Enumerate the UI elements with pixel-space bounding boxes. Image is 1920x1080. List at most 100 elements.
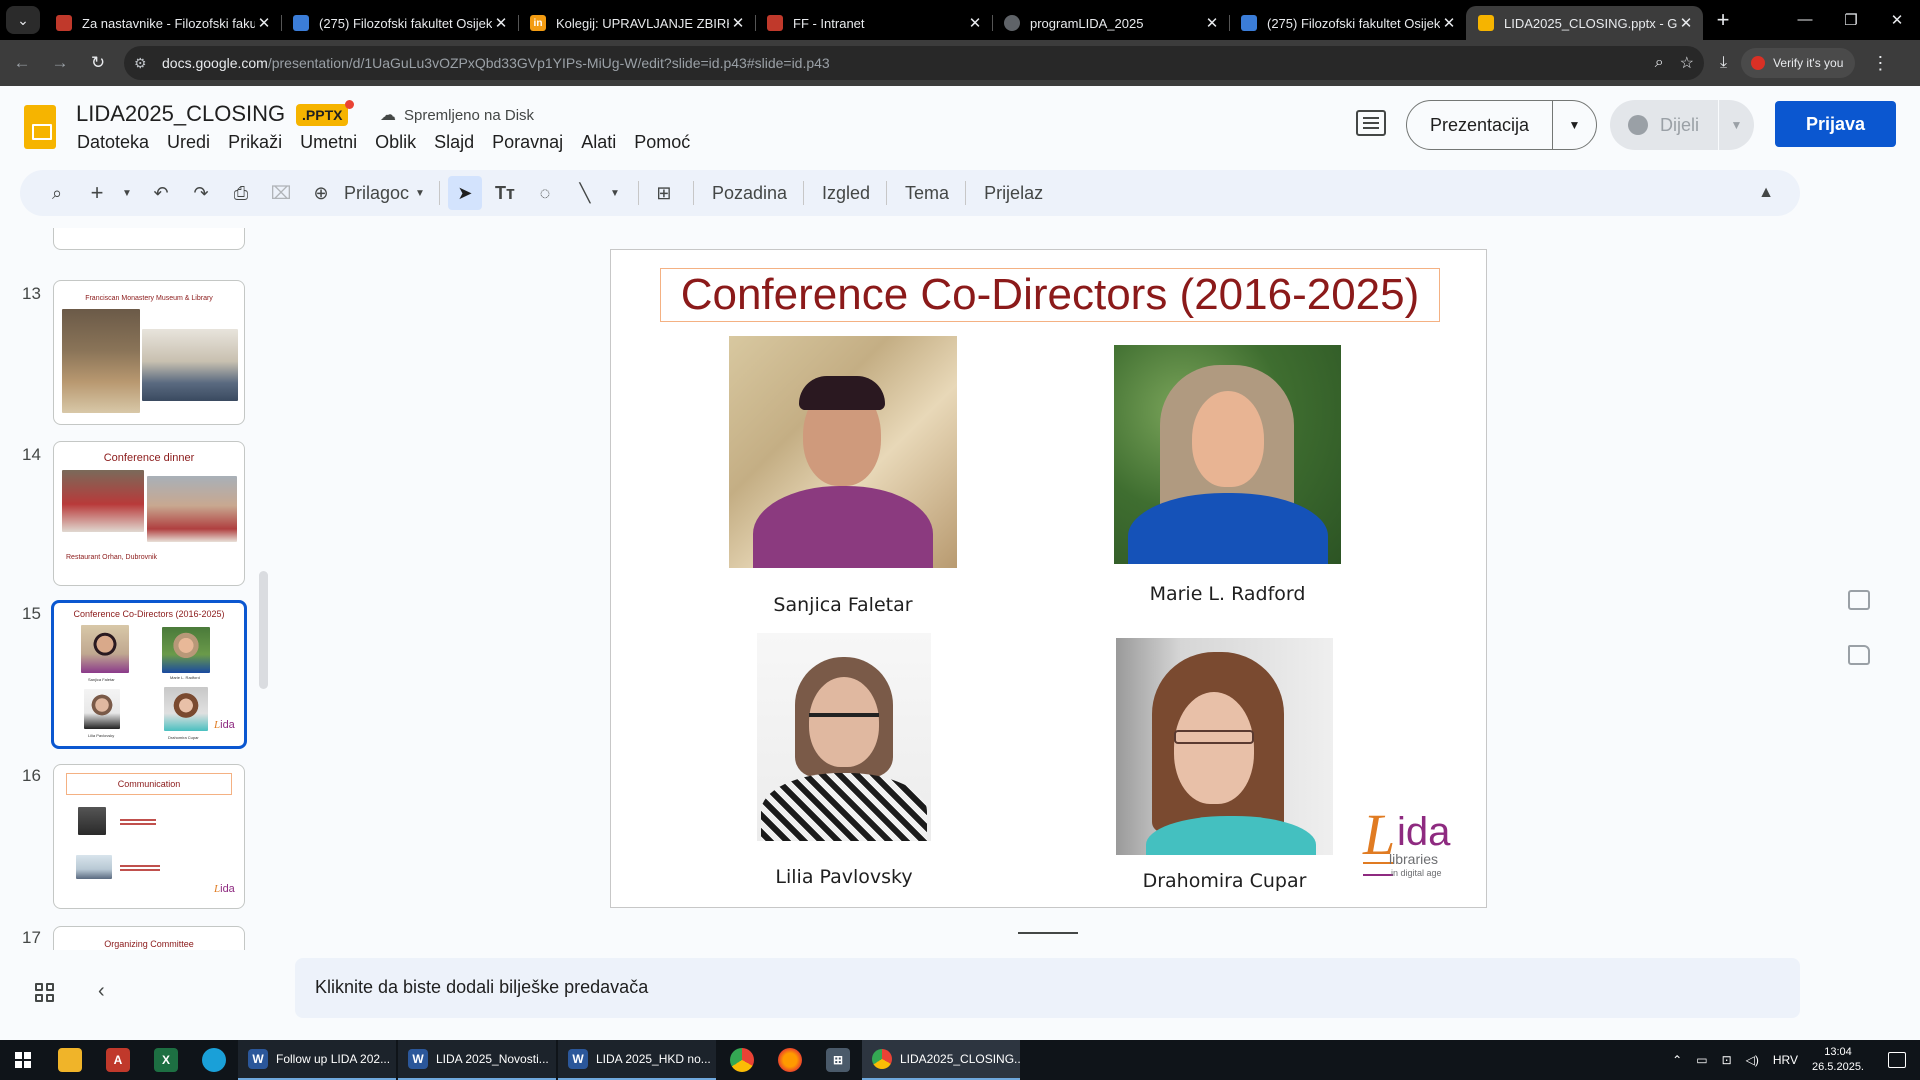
- folder-icon[interactable]: [1848, 645, 1870, 665]
- present-button[interactable]: Prezentacija ▼: [1406, 100, 1597, 150]
- browser-tab[interactable]: (275) Filozofski fakultet Osijek : ✕: [1229, 6, 1466, 40]
- close-icon[interactable]: ✕: [1440, 14, 1458, 32]
- taskbar-window[interactable]: W LIDA 2025_HKD no...: [558, 1040, 716, 1080]
- meet-now-icon[interactable]: ▭: [1696, 1053, 1707, 1067]
- firefox-button[interactable]: [766, 1040, 814, 1080]
- side-panel-icon[interactable]: [1848, 590, 1870, 610]
- menu-arrange[interactable]: Poravnaj: [483, 132, 572, 153]
- minimize-icon[interactable]: —: [1782, 11, 1828, 29]
- bookmark-star-icon[interactable]: ☆: [1680, 53, 1694, 73]
- chevron-down-icon[interactable]: ▼: [120, 176, 134, 210]
- search-icon[interactable]: ⌕: [40, 176, 74, 210]
- share-button[interactable]: Dijeli ▼: [1610, 100, 1754, 150]
- menu-format[interactable]: Oblik: [366, 132, 425, 153]
- redo-icon[interactable]: ↷: [184, 176, 218, 210]
- slide-thumbnail[interactable]: Communication Lida: [53, 764, 245, 909]
- taskbar-window-active[interactable]: LIDA2025_CLOSING...: [862, 1040, 1020, 1080]
- language-indicator[interactable]: HRV: [1773, 1053, 1798, 1067]
- add-icon[interactable]: +: [80, 176, 114, 210]
- close-icon[interactable]: ✕: [729, 14, 747, 32]
- close-icon[interactable]: ✕: [255, 14, 273, 32]
- download-icon[interactable]: ⤓: [1720, 54, 1727, 72]
- slide-thumbnail[interactable]: Conference dinner Restaurant Orhan, Dubr…: [53, 441, 245, 586]
- chevron-down-icon[interactable]: ▼: [608, 176, 622, 210]
- menu-slide[interactable]: Slajd: [425, 132, 483, 153]
- close-icon[interactable]: ✕: [1203, 14, 1221, 32]
- zoom-select[interactable]: Prilagoc ▼: [344, 183, 425, 204]
- shape-icon[interactable]: ◌: [528, 176, 562, 210]
- chrome-button[interactable]: [718, 1040, 766, 1080]
- print-icon[interactable]: ⎙: [224, 176, 258, 210]
- add-comment-icon[interactable]: ⊞: [647, 176, 681, 210]
- person-photo[interactable]: [1116, 638, 1333, 855]
- site-info-icon[interactable]: ⚙: [134, 55, 154, 72]
- volume-icon[interactable]: ◁): [1746, 1053, 1759, 1067]
- chevron-up-icon[interactable]: ▲: [1758, 184, 1774, 202]
- chevron-down-icon[interactable]: ▼: [1718, 100, 1754, 150]
- calculator-button[interactable]: ⊞: [814, 1040, 862, 1080]
- slide-canvas[interactable]: Conference Co-Directors (2016-2025) Sanj…: [610, 249, 1487, 908]
- layout-button[interactable]: Izgled: [812, 183, 880, 204]
- text-box-icon[interactable]: Tт: [488, 176, 522, 210]
- transition-button[interactable]: Prijelaz: [974, 183, 1053, 204]
- chevron-down-icon[interactable]: ▼: [1553, 118, 1596, 132]
- close-icon[interactable]: ✕: [1677, 14, 1695, 32]
- collapse-filmstrip-icon[interactable]: ‹: [98, 980, 105, 1003]
- address-bar[interactable]: ⚙ docs.google.com/presentation/d/1UaGuLu…: [124, 46, 1704, 80]
- clock[interactable]: 13:04 26.5.2025.: [1812, 1045, 1864, 1075]
- menu-edit[interactable]: Uredi: [158, 132, 219, 153]
- new-tab-button[interactable]: +: [1707, 7, 1739, 33]
- background-button[interactable]: Pozadina: [702, 183, 797, 204]
- notes-resize-handle[interactable]: [1018, 932, 1078, 934]
- paint-format-icon[interactable]: ⌧: [264, 176, 298, 210]
- slide-thumbnail-selected[interactable]: Conference Co-Directors (2016-2025) Sanj…: [51, 600, 247, 749]
- zoom-icon[interactable]: ⊕: [304, 176, 338, 210]
- grid-view-icon[interactable]: [35, 983, 55, 1003]
- login-button[interactable]: Prijava: [1775, 101, 1896, 147]
- save-status[interactable]: ☁ Spremljeno na Disk: [380, 105, 534, 125]
- close-icon[interactable]: ✕: [966, 14, 984, 32]
- close-window-icon[interactable]: ✕: [1874, 11, 1920, 29]
- filmstrip-scrollbar[interactable]: [259, 571, 268, 689]
- comments-icon[interactable]: [1356, 110, 1386, 136]
- browser-tab[interactable]: FF - Intranet ✕: [755, 6, 992, 40]
- slide-thumbnail[interactable]: [53, 228, 245, 250]
- menu-help[interactable]: Pomoć: [625, 132, 699, 153]
- menu-view[interactable]: Prikaži: [219, 132, 291, 153]
- browser-menu-icon[interactable]: ⋮: [1871, 53, 1889, 74]
- slide-thumbnail[interactable]: Organizing Committee: [53, 926, 245, 950]
- person-photo[interactable]: [1114, 345, 1341, 564]
- menu-insert[interactable]: Umetni: [291, 132, 366, 153]
- network-icon[interactable]: ⊡: [1722, 1053, 1732, 1067]
- menu-tools[interactable]: Alati: [572, 132, 625, 153]
- undo-icon[interactable]: ↶: [144, 176, 178, 210]
- url-text[interactable]: docs.google.com/presentation/d/1UaGuLu3v…: [162, 55, 1639, 71]
- slides-logo-icon[interactable]: [24, 105, 56, 149]
- taskbar-window[interactable]: W Follow up LIDA 202...: [238, 1040, 396, 1080]
- restore-icon[interactable]: ❐: [1828, 11, 1874, 29]
- zoom-icon[interactable]: ⌕: [1655, 54, 1664, 72]
- present-label[interactable]: Prezentacija: [1407, 101, 1553, 149]
- forward-button[interactable]: →: [44, 47, 76, 79]
- browser-tab[interactable]: (275) Filozofski fakultet Osijek : ✕: [281, 6, 518, 40]
- excel-button[interactable]: X: [142, 1040, 190, 1080]
- document-title[interactable]: LIDA2025_CLOSING: [76, 101, 285, 127]
- tab-search-button[interactable]: ⌄: [6, 6, 40, 34]
- file-explorer-button[interactable]: [46, 1040, 94, 1080]
- back-button[interactable]: ←: [6, 47, 38, 79]
- slide-title[interactable]: Conference Co-Directors (2016-2025): [660, 268, 1440, 322]
- select-cursor-icon[interactable]: ➤: [447, 176, 482, 210]
- person-photo[interactable]: [729, 336, 957, 568]
- acrobat-button[interactable]: A: [94, 1040, 142, 1080]
- speaker-notes[interactable]: Kliknite da biste dodali bilješke predav…: [295, 958, 1800, 1018]
- line-icon[interactable]: ╲: [568, 176, 602, 210]
- format-badge[interactable]: .PPTX: [296, 104, 349, 126]
- reload-button[interactable]: ↻: [82, 47, 114, 79]
- person-photo[interactable]: [757, 633, 931, 841]
- browser-tab-active[interactable]: LIDA2025_CLOSING.pptx - Goo ✕: [1466, 6, 1703, 40]
- start-button[interactable]: [0, 1040, 46, 1080]
- menu-file[interactable]: Datoteka: [68, 132, 158, 153]
- close-icon[interactable]: ✕: [492, 14, 510, 32]
- browser-tab[interactable]: programLIDA_2025 ✕: [992, 6, 1229, 40]
- edge-button[interactable]: [190, 1040, 238, 1080]
